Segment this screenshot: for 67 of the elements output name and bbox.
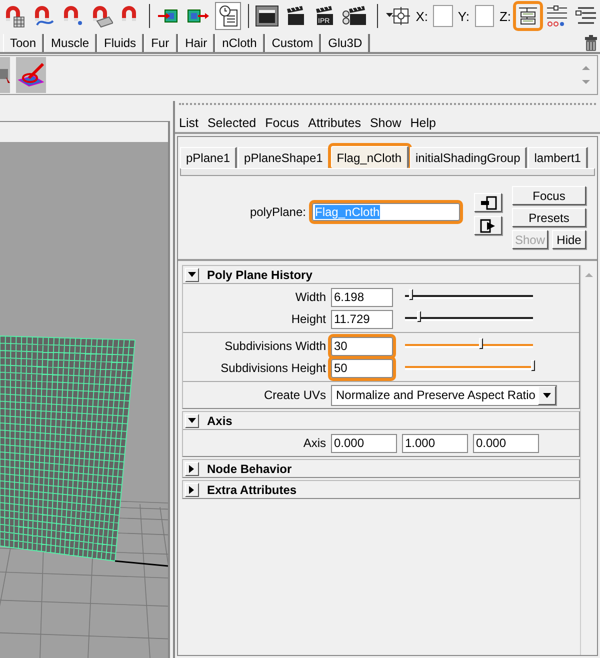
section-title: Extra Attributes: [207, 482, 297, 496]
render-frame-icon[interactable]: [255, 4, 280, 28]
section-toggle[interactable]: [185, 268, 199, 282]
section-title: Axis: [207, 414, 232, 428]
slider-thumb[interactable]: [478, 338, 483, 349]
slider-thumb[interactable]: [531, 360, 535, 371]
history-document-icon[interactable]: [214, 2, 241, 30]
menu-item[interactable]: Focus: [265, 116, 300, 130]
node-tab[interactable]: pPlaneShape1: [238, 147, 330, 168]
shelf-tab[interactable]: Toon: [3, 34, 44, 52]
section-toggle[interactable]: [185, 462, 199, 476]
shelf-tab[interactable]: Custom: [264, 34, 322, 52]
node-type-label: polyPlane:: [248, 205, 306, 219]
attribute-button[interactable]: Focus: [512, 186, 586, 205]
collapse-triangle-icon: [187, 270, 197, 280]
attribute-button[interactable]: Hide: [552, 230, 586, 249]
section-toggle[interactable]: [185, 414, 199, 428]
paint-brush-icon[interactable]: [17, 62, 45, 88]
attribute-label: Width: [294, 290, 326, 304]
coordinate-field[interactable]: [474, 5, 494, 27]
shelf-tab[interactable]: Fluids: [97, 34, 144, 52]
layout-editor-icon[interactable]: [516, 4, 540, 28]
dropdown[interactable]: Normalize and Preserve Aspect Ratio: [331, 384, 557, 406]
attribute-label: Create UVs: [262, 388, 326, 402]
load-input-button[interactable]: [474, 193, 502, 212]
slider-thumb[interactable]: [409, 289, 414, 300]
value-field[interactable]: 6.198: [331, 288, 393, 306]
load-output-button[interactable]: [474, 216, 502, 235]
shelf-tab[interactable]: Glu3D: [321, 34, 370, 52]
shelf-tab[interactable]: Muscle: [44, 34, 98, 52]
menu-item[interactable]: List: [179, 116, 198, 130]
node-tab[interactable]: pPlane1: [180, 147, 238, 168]
coordinate-label: Z:: [499, 8, 511, 24]
load-input-icon: [478, 194, 498, 212]
attribute-button[interactable]: Presets: [512, 208, 586, 227]
value-field[interactable]: 0.000: [331, 434, 397, 452]
attribute-label: Subdivisions Width: [224, 339, 326, 353]
value-field[interactable]: 1.000: [402, 434, 468, 452]
value-field[interactable]: 11.729: [331, 310, 393, 328]
dropdown-arrow-icon: [542, 390, 552, 400]
shelf-tab[interactable]: nCloth: [215, 34, 265, 52]
shelf-tab[interactable]: Fur: [144, 34, 178, 52]
attribute-label: Subdivisions Height: [220, 361, 326, 375]
menu-item[interactable]: Attributes: [308, 116, 361, 130]
collapse-triangle-icon: [187, 416, 197, 426]
slider-thumb[interactable]: [417, 311, 422, 322]
axis-line: [114, 560, 168, 567]
node-tab[interactable]: Flag_nCloth: [330, 146, 409, 168]
menu-item[interactable]: Help: [410, 116, 436, 130]
node-tab[interactable]: lambert1: [528, 147, 588, 168]
attribute-label: Axis: [302, 436, 326, 450]
menu-item[interactable]: Show: [370, 116, 402, 130]
coordinate-field[interactable]: [432, 5, 453, 27]
section-title: Poly Plane History: [207, 268, 312, 282]
channel-box-icon[interactable]: [545, 4, 569, 28]
node-tab[interactable]: initialShadingGroup: [410, 147, 528, 168]
crosshair-dropdown-icon[interactable]: [384, 5, 411, 27]
trash-can-icon[interactable]: [582, 34, 600, 52]
coordinate-label: Y:: [458, 8, 470, 24]
shelf-tab[interactable]: Hair: [178, 34, 216, 52]
attribute-label: Height: [290, 312, 326, 326]
value-field[interactable]: 30: [331, 336, 393, 356]
value-field[interactable]: 0.000: [473, 434, 539, 452]
coordinate-label: X:: [416, 8, 428, 24]
section-title: Node Behavior: [207, 462, 292, 476]
section-toggle[interactable]: [185, 482, 199, 496]
menu-item[interactable]: Selected: [207, 116, 256, 130]
